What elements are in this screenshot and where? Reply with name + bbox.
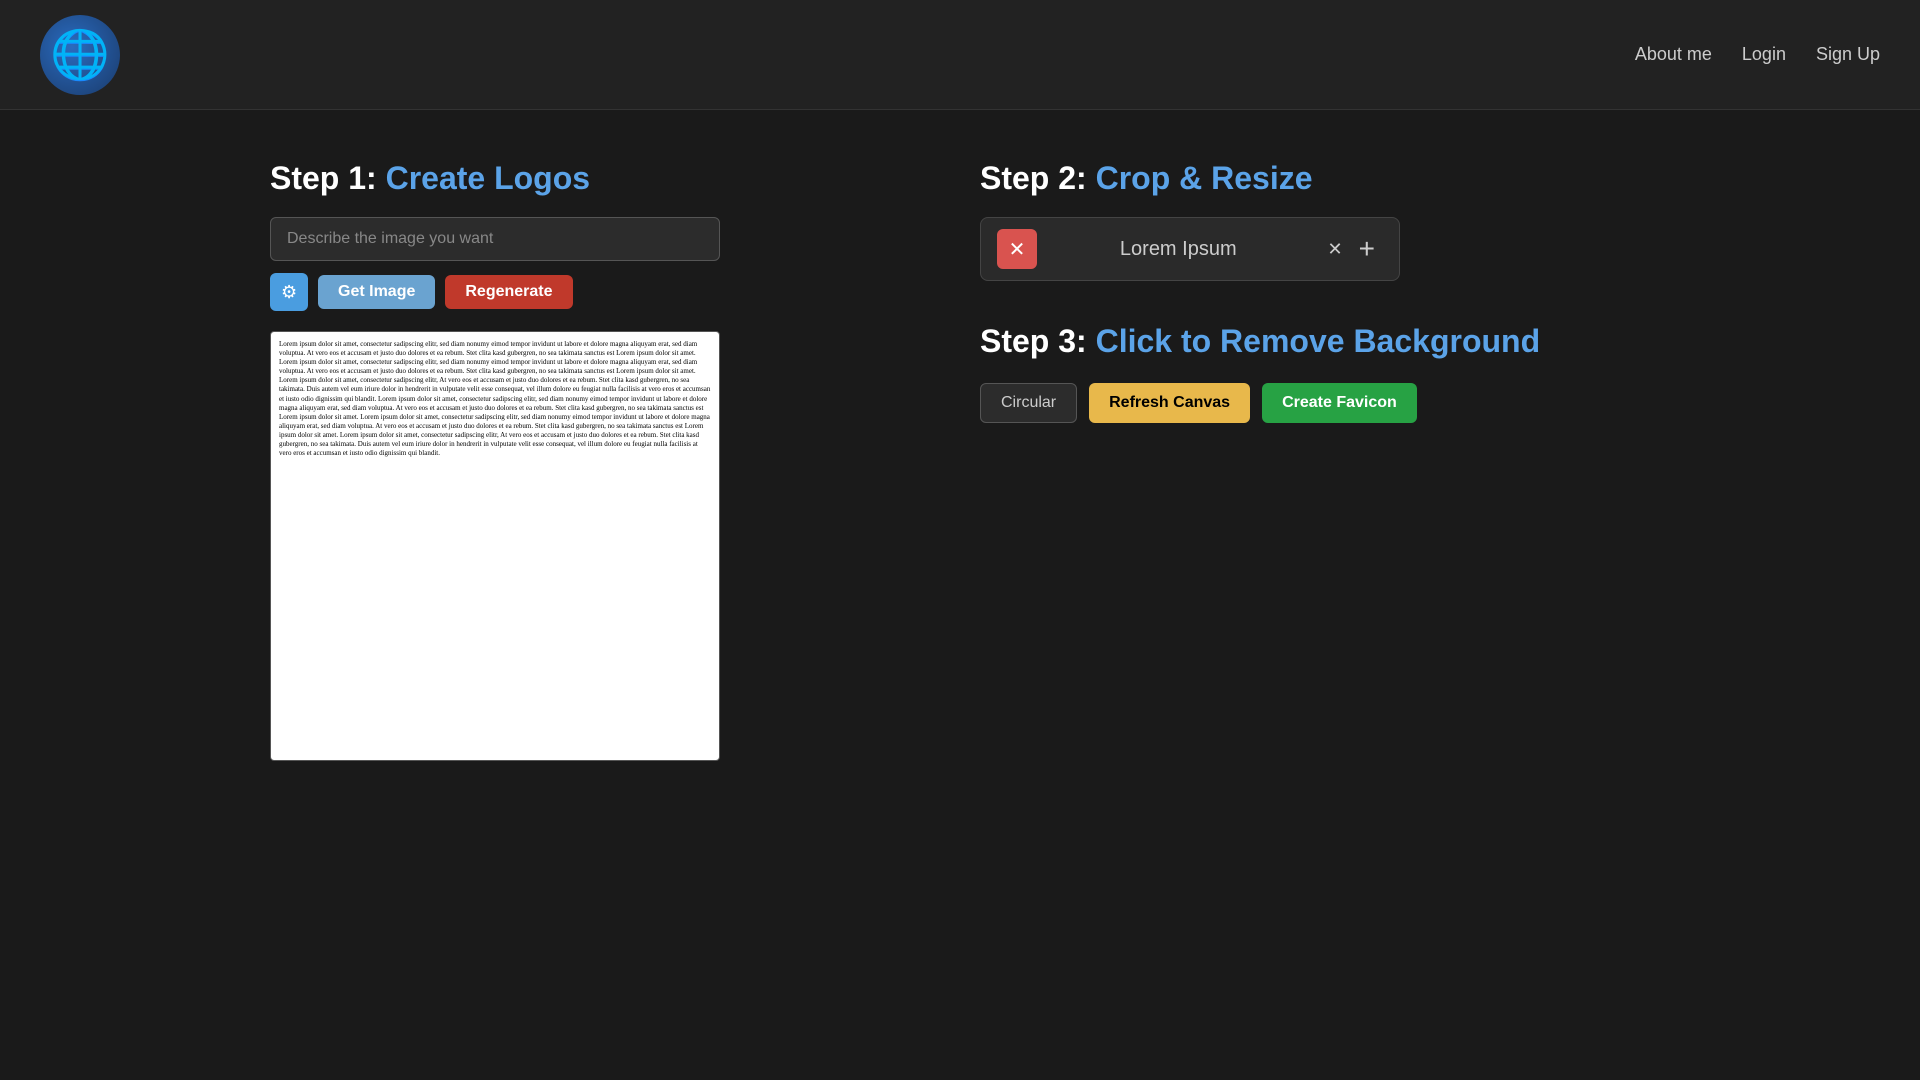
logo-area: 🌐 <box>40 15 120 95</box>
step1-title: Create Logos <box>386 160 590 196</box>
nav-about-me[interactable]: About me <box>1635 44 1712 65</box>
logo-icon: 🌐 <box>40 15 120 95</box>
crop-close-button[interactable]: ✕ <box>1320 235 1351 264</box>
settings-icon: ⚙ <box>281 282 297 303</box>
nav-sign-up[interactable]: Sign Up <box>1816 44 1880 65</box>
step3-buttons: Circular Refresh Canvas Create Favicon <box>980 383 1650 423</box>
crop-remove-button[interactable]: ✕ <box>997 229 1037 269</box>
nav-login[interactable]: Login <box>1742 44 1786 65</box>
step3-heading: Step 3: Click to Remove Background <box>980 321 1650 363</box>
action-buttons: ⚙ Get Image Regenerate <box>270 273 940 311</box>
settings-button[interactable]: ⚙ <box>270 273 308 311</box>
navbar-links: About me Login Sign Up <box>1635 44 1880 65</box>
step2-label: Step 2: <box>980 160 1087 196</box>
crop-resize-bar: ✕ Lorem Ipsum ✕ + <box>980 217 1400 281</box>
right-panel: Step 2: Crop & Resize ✕ Lorem Ipsum ✕ + … <box>980 160 1650 761</box>
step2-heading: Step 2: Crop & Resize <box>980 160 1650 197</box>
circular-button[interactable]: Circular <box>980 383 1077 423</box>
step1-label: Step 1: <box>270 160 377 196</box>
lorem-ipsum-preview: Lorem ipsum dolor sit amet, consectetur … <box>271 332 719 466</box>
step3-label: Step 3: <box>980 323 1087 359</box>
refresh-canvas-button[interactable]: Refresh Canvas <box>1089 383 1250 423</box>
crop-text: Lorem Ipsum <box>1037 238 1320 261</box>
step2-title: Crop & Resize <box>1096 160 1313 196</box>
image-description-input[interactable] <box>270 217 720 261</box>
left-panel: Step 1: Create Logos ⚙ Get Image Regener… <box>270 160 940 761</box>
main-content: Step 1: Create Logos ⚙ Get Image Regener… <box>0 130 1920 791</box>
content-wrapper: Step 1: Create Logos ⚙ Get Image Regener… <box>0 110 1920 791</box>
navbar: 🌐 About me Login Sign Up <box>0 0 1920 110</box>
step1-heading: Step 1: Create Logos <box>270 160 940 197</box>
regenerate-button[interactable]: Regenerate <box>445 275 572 309</box>
get-image-button[interactable]: Get Image <box>318 275 435 309</box>
image-preview: Lorem ipsum dolor sit amet, consectetur … <box>270 331 720 761</box>
globe-icon: 🌐 <box>50 26 110 83</box>
crop-plus-button[interactable]: + <box>1351 229 1383 269</box>
step3-title: Click to Remove Background <box>1096 323 1541 359</box>
image-input-area: ⚙ Get Image Regenerate <box>270 217 940 311</box>
create-favicon-button[interactable]: Create Favicon <box>1262 383 1417 423</box>
